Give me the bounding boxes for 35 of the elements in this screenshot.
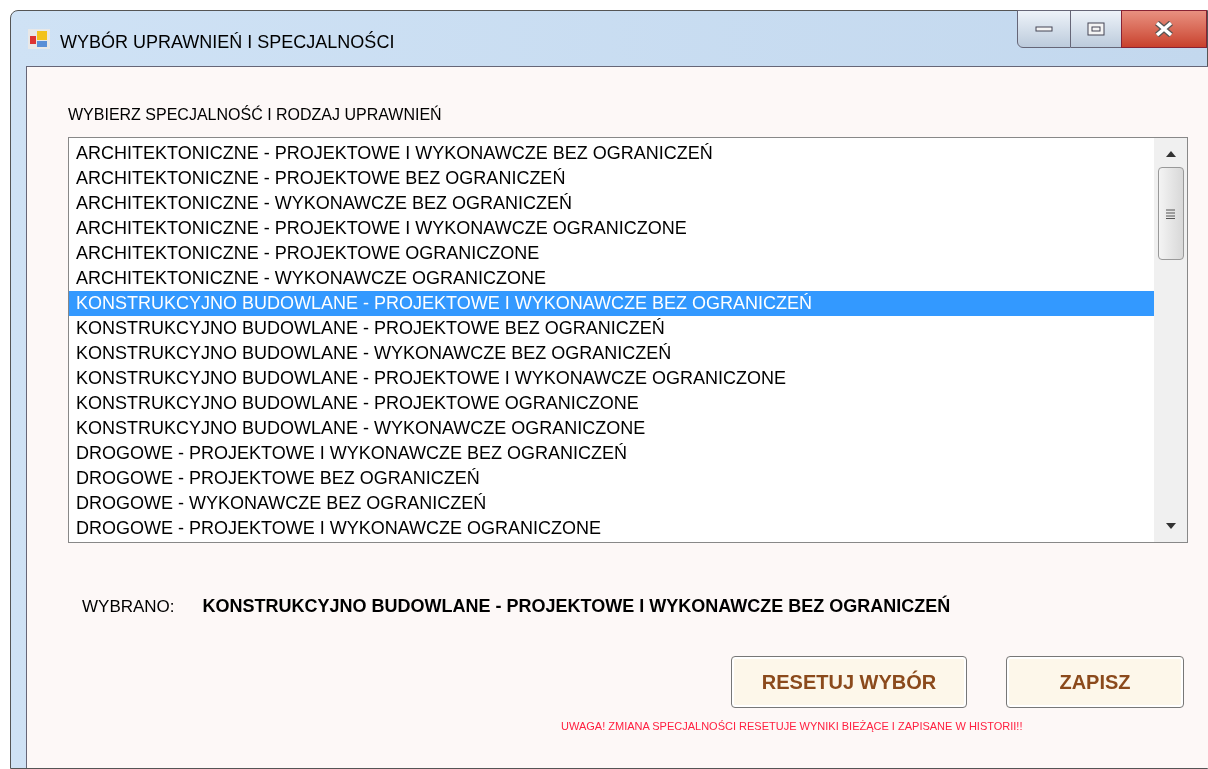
close-icon bbox=[1154, 21, 1174, 37]
list-item[interactable]: DROGOWE - PROJEKTOWE I WYKONAWCZE BEZ OGRANICZEŃ bbox=[69, 441, 1154, 466]
list-item[interactable]: KONSTRUKCYJNO BUDOWLANE - PROJEKTOWE I WYKONAWCZE OGRANICZONE bbox=[69, 366, 1154, 391]
window-title: WYBÓR UPRAWNIEŃ I SPECJALNOŚCI bbox=[60, 30, 395, 54]
list-item[interactable]: ARCHITEKTONICZNE - PROJEKTOWE BEZ OGRANICZEŃ bbox=[69, 166, 1154, 191]
scroll-down-icon[interactable] bbox=[1165, 523, 1176, 529]
list-item[interactable]: DROGOWE - PROJEKTOWE BEZ OGRANICZEŃ bbox=[69, 466, 1154, 491]
list-item[interactable]: ARCHITEKTONICZNE - PROJEKTOWE I WYKONAWCZE BEZ OGRANICZEŃ bbox=[69, 141, 1154, 166]
scrollbar[interactable] bbox=[1154, 138, 1187, 542]
scroll-up-icon[interactable] bbox=[1165, 151, 1176, 157]
list-item[interactable]: ARCHITEKTONICZNE - WYKONAWCZE OGRANICZONE bbox=[69, 266, 1154, 291]
grip-icon bbox=[1166, 208, 1175, 219]
list-item[interactable]: KONSTRUKCYJNO BUDOWLANE - PROJEKTOWE BEZ OGRANICZEŃ bbox=[69, 316, 1154, 341]
scroll-thumb[interactable] bbox=[1157, 167, 1184, 260]
list-item[interactable]: KONSTRUKCYJNO BUDOWLANE - WYKONAWCZE OGRANICZONE bbox=[69, 416, 1154, 441]
list-item[interactable]: DROGOWE - WYKONAWCZE BEZ OGRANICZEŃ bbox=[69, 491, 1154, 516]
specialty-list[interactable] bbox=[68, 137, 1188, 543]
minimize-button[interactable] bbox=[1017, 10, 1071, 48]
prompt-label: WYBIERZ SPECJALNOŚĆ I RODZAJ UPRAWNIEŃ bbox=[68, 104, 443, 125]
list-item[interactable]: KONSTRUKCYJNO BUDOWLANE - PROJEKTOWE OGRANICZONE bbox=[69, 391, 1154, 416]
reset-button[interactable]: RESETUJ WYBÓR bbox=[731, 656, 967, 708]
list-item[interactable]: KONSTRUKCYJNO BUDOWLANE - WYKONAWCZE BEZ OGRANICZEŃ bbox=[69, 341, 1154, 366]
list-item[interactable]: ARCHITEKTONICZNE - PROJEKTOWE I WYKONAWCZE OGRANICZONE bbox=[69, 216, 1154, 241]
app-icon bbox=[28, 29, 50, 49]
list-item[interactable]: ARCHITEKTONICZNE - WYKONAWCZE BEZ OGRANICZEŃ bbox=[69, 191, 1154, 216]
selection-value: KONSTRUKCYJNO BUDOWLANE - PROJEKTOWE I WYKONAWCZE BEZ OGRANICZEŃ bbox=[202, 594, 951, 618]
list-item[interactable]: DROGOWE - PROJEKTOWE I WYKONAWCZE OGRANICZONE bbox=[69, 516, 1154, 541]
minimize-icon bbox=[1035, 26, 1053, 32]
warning-text: UWAGA! ZMIANA SPECJALNOŚCI RESETUJE WYNIKI BIEŻĄCE I ZAPISANE W HISTORII!! bbox=[561, 719, 1024, 734]
selection-label: WYBRANO: bbox=[82, 596, 175, 618]
close-button[interactable] bbox=[1121, 10, 1207, 48]
maximize-button[interactable] bbox=[1071, 10, 1121, 48]
list-item[interactable]: ARCHITEKTONICZNE - PROJEKTOWE OGRANICZONE bbox=[69, 241, 1154, 266]
maximize-icon bbox=[1087, 22, 1105, 36]
save-button[interactable]: ZAPISZ bbox=[1006, 656, 1184, 708]
